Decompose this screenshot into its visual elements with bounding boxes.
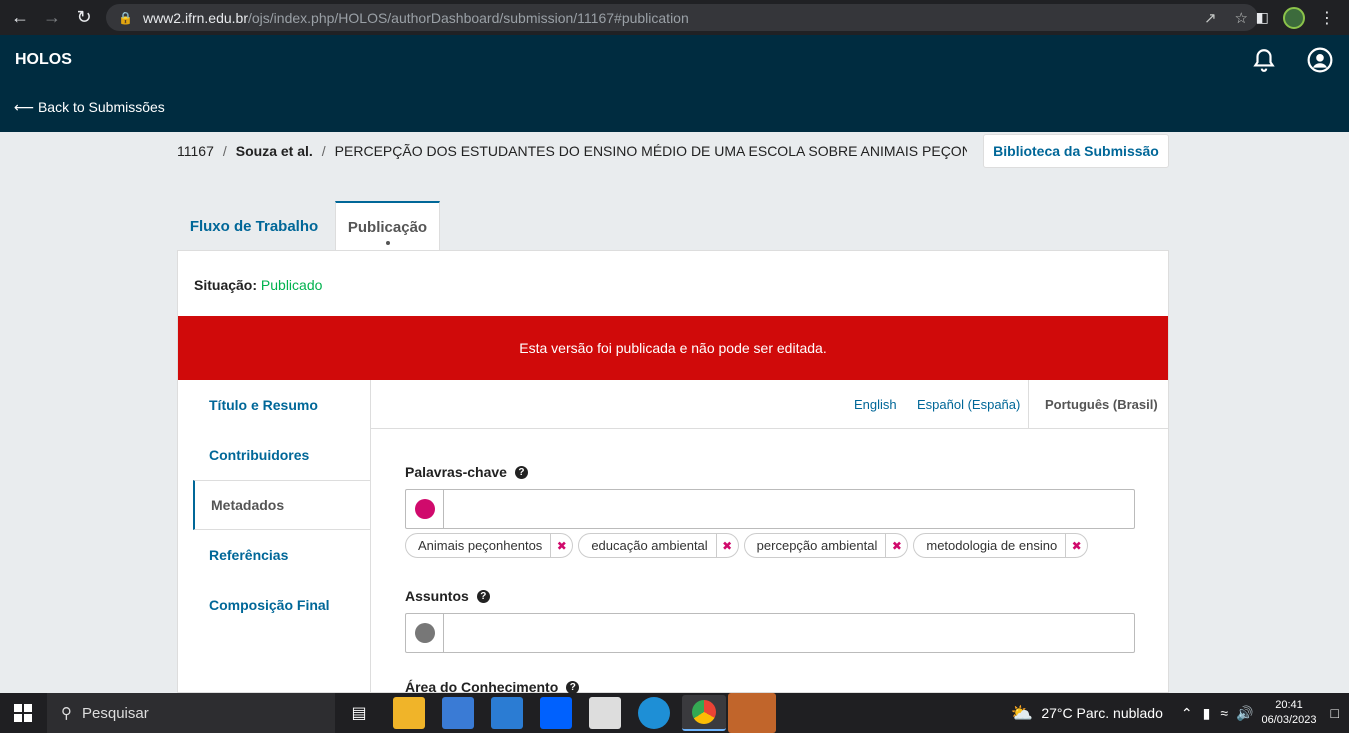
reload-icon[interactable]: ↻ — [68, 1, 100, 33]
metadata-form: English Español (España) Português (Bras… — [370, 380, 1169, 695]
subjects-input[interactable] — [405, 613, 1135, 653]
battery-icon[interactable]: ▮ — [1203, 705, 1211, 722]
published-alert: Esta versão foi publicada e não pode ser… — [178, 316, 1168, 380]
help-icon[interactable]: ? — [476, 589, 490, 603]
search-icon: ⚲ — [61, 705, 72, 722]
mail-icon[interactable] — [491, 697, 523, 729]
weather-text[interactable]: 27°C Parc. nublado — [1041, 705, 1163, 721]
weather-icon: ⛅ — [1010, 702, 1034, 723]
forward-arrow-icon[interactable]: → — [36, 1, 68, 33]
taskbar-clock[interactable]: 20:41 06/03/2023 — [1261, 698, 1316, 728]
photos-app-icon[interactable] — [728, 693, 776, 733]
sidebar-item-references[interactable]: Referências — [193, 530, 370, 580]
keywords-input[interactable] — [405, 489, 1135, 529]
publication-sidebar: Título e Resumo Contribuidores Metadados… — [178, 380, 370, 693]
publication-status: Situação: Publicado — [194, 277, 322, 293]
keyword-tag: educação ambiental ✖ — [578, 533, 739, 558]
notification-bell-icon[interactable] — [1251, 47, 1277, 73]
help-icon[interactable]: ? — [514, 465, 528, 479]
remove-tag-icon[interactable]: ✖ — [1065, 534, 1087, 557]
wifi-icon[interactable]: ≈ — [1220, 705, 1228, 721]
remove-tag-icon[interactable]: ✖ — [715, 534, 738, 557]
submission-library-button[interactable]: Biblioteca da Submissão — [983, 134, 1169, 168]
edge-icon[interactable] — [638, 697, 670, 729]
sidebar-item-final-composition[interactable]: Composição Final — [193, 580, 370, 630]
keyword-tag: percepção ambiental ✖ — [743, 533, 909, 558]
app-header: HOLOS ⟵ Back to Submissões — [0, 35, 1349, 132]
submission-authors: Souza et al. — [235, 143, 313, 159]
tab-publication-label: Publicação — [347, 218, 428, 236]
clock-time: 20:41 — [1275, 699, 1303, 711]
keyword-tags: Animais peçonhentos ✖ educação ambiental ✖… — [405, 533, 1089, 558]
subjects-label: Assuntos ? — [405, 588, 490, 604]
amazon-icon[interactable] — [589, 697, 621, 729]
status-value: Publicado — [260, 277, 323, 293]
chrome-icon[interactable] — [682, 695, 726, 731]
subjects-label-text: Assuntos — [405, 588, 469, 604]
system-tray: ⛅ 27°C Parc. nublado ⌃ ▮ ≈ 🔊 20:41 06/03… — [1011, 693, 1349, 733]
file-explorer-icon[interactable] — [393, 697, 425, 729]
remove-tag-icon[interactable]: ✖ — [550, 534, 572, 557]
taskbar-search[interactable]: ⚲ Pesquisar — [47, 693, 335, 733]
dropbox-icon[interactable] — [540, 697, 572, 729]
globe-icon — [406, 490, 444, 528]
tab-workflow[interactable]: Fluxo de Trabalho — [177, 201, 331, 251]
chevron-up-icon[interactable]: ⌃ — [1181, 705, 1193, 722]
sidebar-item-title-abstract[interactable]: Título e Resumo — [193, 380, 370, 430]
windows-start-icon[interactable] — [0, 693, 46, 733]
task-view-icon[interactable]: ▤ — [343, 697, 375, 729]
language-switcher: English Español (España) Português (Bras… — [371, 380, 1169, 429]
store-icon[interactable] — [442, 697, 474, 729]
taskbar-search-placeholder: Pesquisar — [82, 704, 149, 722]
journal-title[interactable]: HOLOS — [15, 51, 72, 69]
sidebar-item-metadata[interactable]: Metadados — [193, 480, 370, 530]
lang-english[interactable]: English — [854, 380, 897, 429]
lang-portuguese[interactable]: Português (Brasil) — [1028, 380, 1158, 429]
bookmark-star-icon[interactable]: ☆ — [1235, 9, 1248, 27]
url-text: www2.ifrn.edu.br/ojs/index.php/HOLOS/aut… — [142, 9, 689, 26]
breadcrumb: 11167/Souza et al. / PERCEPÇÃO DOS ESTUDAN… — [177, 143, 967, 159]
clock-date: 06/03/2023 — [1261, 714, 1317, 726]
globe-icon — [406, 614, 444, 652]
notifications-icon[interactable]: □ — [1331, 705, 1339, 721]
profile-avatar[interactable] — [1283, 6, 1305, 29]
tab-publication[interactable]: Publicação — [335, 201, 440, 251]
back-arrow-icon[interactable]: ← — [4, 1, 36, 33]
back-to-submissions-link[interactable]: ⟵ Back to Submissões — [14, 99, 165, 116]
user-account-icon[interactable] — [1307, 47, 1333, 73]
keyword-tag: metodologia de ensino ✖ — [913, 533, 1089, 558]
side-panel-icon[interactable]: ◧ — [1256, 9, 1269, 26]
submission-title: PERCEPÇÃO DOS ESTUDANTES DO ENSINO MÉDIO… — [334, 143, 967, 159]
keywords-label-text: Palavras-chave — [405, 464, 507, 480]
windows-taskbar: ⚲ Pesquisar ▤ ⛅ 27°C Parc. nublado ⌃ ▮ ≈… — [0, 693, 1349, 733]
lock-icon: 🔒 — [118, 10, 133, 25]
address-bar[interactable]: 🔒 www2.ifrn.edu.br/ojs/index.php/HOLOS/a… — [106, 4, 1258, 31]
keyword-tag: Animais peçonhentos ✖ — [405, 533, 574, 558]
menu-dots-icon[interactable]: ⋮ — [1319, 8, 1335, 28]
sidebar-item-contributors[interactable]: Contribuidores — [193, 430, 370, 480]
help-icon[interactable]: ? — [566, 680, 580, 694]
share-icon[interactable]: ↗ — [1204, 9, 1217, 27]
lang-spanish[interactable]: Español (España) — [917, 380, 1020, 429]
status-label: Situação: — [194, 277, 258, 293]
submission-id: 11167 — [177, 143, 214, 159]
remove-tag-icon[interactable]: ✖ — [885, 534, 907, 557]
browser-toolbar: ← → ↻ 🔒 www2.ifrn.edu.br/ojs/index.php/H… — [0, 0, 1349, 35]
publication-panel: Situação: Publicado Esta versão foi publ… — [177, 250, 1169, 695]
volume-icon[interactable]: 🔊 — [1236, 705, 1253, 722]
keywords-label: Palavras-chave ? — [405, 464, 528, 480]
active-tab-dot — [385, 241, 390, 245]
